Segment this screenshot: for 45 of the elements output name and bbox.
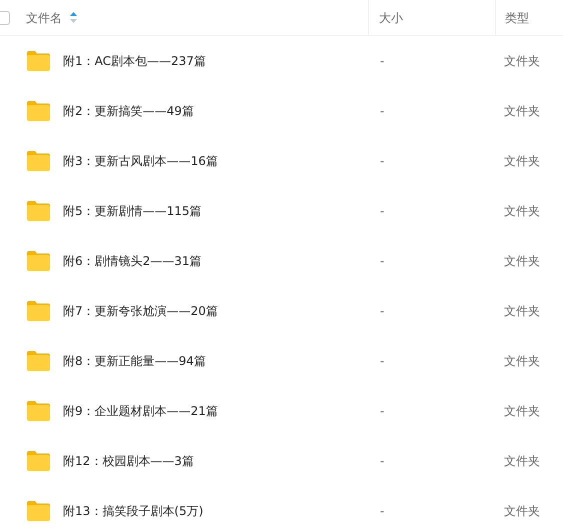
file-name[interactable]: 附9：企业题材剧本——21篇 xyxy=(63,402,218,420)
folder-icon xyxy=(26,150,51,172)
file-name[interactable]: 附2：更新搞笑——49篇 xyxy=(63,102,194,120)
file-type: 文件夹 xyxy=(504,154,540,168)
file-name[interactable]: 附12：校园剧本——3篇 xyxy=(63,452,194,470)
file-name[interactable]: 附6：剧情镜头2——31篇 xyxy=(63,252,202,270)
sort-icon[interactable] xyxy=(70,12,77,23)
file-size: - xyxy=(380,504,384,518)
folder-icon xyxy=(26,50,51,72)
column-header[interactable]: 大小 xyxy=(379,8,403,26)
file-size: - xyxy=(380,104,384,118)
folder-icon xyxy=(26,100,51,122)
file-name[interactable]: 附7：更新夸张尬演——20篇 xyxy=(63,302,218,320)
file-type: 文件夹 xyxy=(504,304,540,318)
file-size: - xyxy=(380,454,384,468)
folder-icon xyxy=(26,300,51,322)
column-header[interactable]: 类型 xyxy=(505,8,529,26)
file-type: 文件夹 xyxy=(504,104,540,118)
file-type: 文件夹 xyxy=(504,404,540,418)
file-type: 文件夹 xyxy=(504,254,540,268)
file-size: - xyxy=(380,304,384,318)
file-type: 文件夹 xyxy=(504,204,540,218)
file-name[interactable]: 附8：更新正能量——94篇 xyxy=(63,352,206,370)
file-name[interactable]: 附3：更新古风剧本——16篇 xyxy=(63,152,218,170)
folder-icon xyxy=(26,400,51,422)
file-size: - xyxy=(380,204,384,218)
column-header[interactable]: 文件名 xyxy=(26,8,62,26)
file-type: 文件夹 xyxy=(504,454,540,468)
folder-icon xyxy=(26,250,51,272)
folder-icon xyxy=(26,350,51,372)
file-name[interactable]: 附13：搞笑段子剧本(5万) xyxy=(63,502,204,520)
file-name[interactable]: 附1：AC剧本包——237篇 xyxy=(63,52,206,70)
file-name[interactable]: 附5：更新剧情——115篇 xyxy=(63,202,202,220)
file-size: - xyxy=(380,54,384,68)
file-type: 文件夹 xyxy=(504,54,540,68)
file-size: - xyxy=(380,354,384,368)
folder-icon xyxy=(26,500,51,522)
select-all-checkbox[interactable] xyxy=(0,10,10,24)
file-size: - xyxy=(380,254,384,268)
folder-icon xyxy=(26,450,51,472)
folder-icon xyxy=(26,200,51,222)
file-type: 文件夹 xyxy=(504,354,540,368)
file-size: - xyxy=(380,154,384,168)
file-size: - xyxy=(380,404,384,418)
file-type: 文件夹 xyxy=(504,504,540,518)
